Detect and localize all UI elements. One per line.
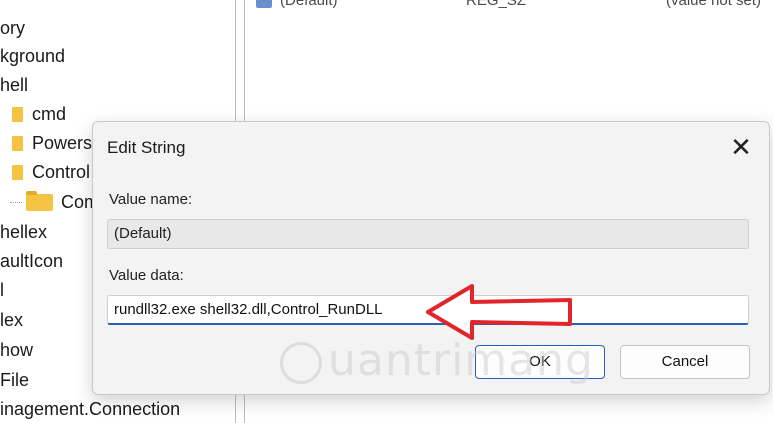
tree-item-label: ory bbox=[0, 18, 26, 38]
tree-item-command-selected[interactable]: Com bbox=[0, 188, 99, 216]
tree-item-label: Powersl bbox=[32, 133, 97, 153]
value-name-field: (Default) bbox=[107, 219, 749, 249]
value-data-label: Value data: bbox=[109, 267, 184, 284]
tree-item-how[interactable]: how bbox=[0, 336, 33, 364]
tree-item-label: how bbox=[0, 340, 34, 360]
edit-string-dialog: Edit String ✕ Value name: (Default) Valu… bbox=[92, 121, 770, 395]
ok-button[interactable]: OK bbox=[475, 345, 605, 379]
tree-item-background[interactable]: kground bbox=[0, 42, 65, 70]
tree-item-label: File bbox=[0, 370, 30, 390]
tree-item-label: aultIcon bbox=[0, 251, 64, 271]
tree-item-control[interactable]: Control bbox=[12, 158, 90, 186]
tree-item-history[interactable]: ory bbox=[0, 14, 25, 42]
tree-item-file[interactable]: File bbox=[0, 366, 29, 394]
annotation-arrow-icon bbox=[426, 284, 572, 340]
tree-item-label: lex bbox=[0, 310, 24, 330]
dialog-title: Edit String bbox=[107, 138, 186, 157]
value-name-label: Value name: bbox=[109, 191, 193, 208]
string-value-icon bbox=[256, 0, 272, 9]
tree-item-defaulticon[interactable]: aultIcon bbox=[0, 247, 63, 275]
folder-icon bbox=[12, 106, 23, 122]
tree-item-powershell[interactable]: Powersl bbox=[12, 129, 96, 157]
folder-icon bbox=[26, 190, 53, 211]
value-name: (Default) bbox=[280, 0, 338, 9]
tree-item-label: Control bbox=[32, 162, 91, 182]
tree-item-label: cmd bbox=[32, 104, 67, 124]
tree-item-shellex[interactable]: hellex bbox=[0, 218, 47, 246]
value-type: REG_SZ bbox=[466, 0, 527, 9]
cancel-button[interactable]: Cancel bbox=[620, 345, 750, 379]
tree-item-shell[interactable]: hell bbox=[0, 71, 28, 99]
value-data: (value not set) bbox=[666, 0, 762, 9]
tree-item-management-connection[interactable]: inagement.Connection bbox=[0, 395, 180, 423]
tree-connector bbox=[10, 201, 22, 203]
tree-item-label: hell bbox=[0, 75, 29, 95]
folder-icon bbox=[12, 135, 23, 151]
tree-item-label: kground bbox=[0, 46, 66, 66]
folder-icon bbox=[12, 164, 23, 180]
tree-item-l[interactable]: l bbox=[0, 276, 4, 304]
tree-item-lex[interactable]: lex bbox=[0, 306, 23, 334]
tree-item-label: inagement.Connection bbox=[0, 399, 181, 419]
tree-item-cmd[interactable]: cmd bbox=[12, 100, 66, 128]
value-row-default[interactable]: (Default) REG_SZ (value not set) bbox=[256, 0, 761, 12]
tree-item-label: l bbox=[0, 280, 4, 300]
close-icon[interactable]: ✕ bbox=[725, 132, 757, 164]
tree-item-label: hellex bbox=[0, 222, 48, 242]
